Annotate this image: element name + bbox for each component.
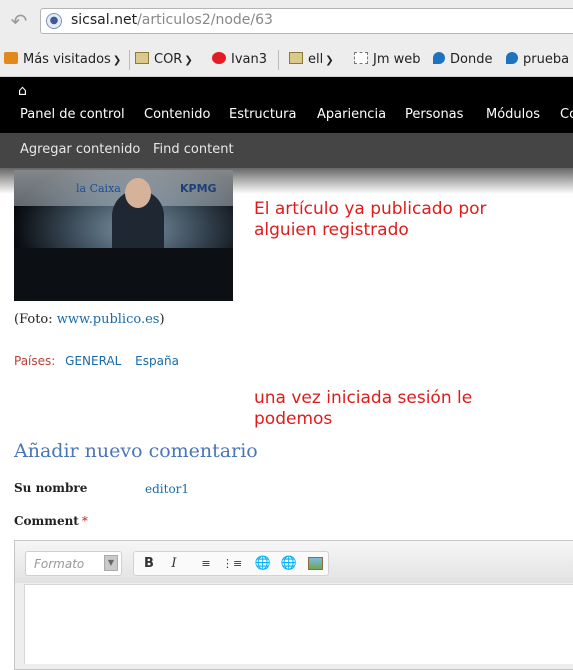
country-tag-general[interactable]: GENERAL	[65, 354, 121, 368]
countries-field: Países: GENERAL España	[14, 354, 179, 368]
toolbar-configuracion[interactable]: Co	[560, 107, 573, 122]
annotation-published: El artículo ya publicado por alguien reg…	[254, 199, 487, 240]
italic-button[interactable]: I	[164, 554, 184, 574]
add-comment-heading: Añadir nuevo comentario	[14, 440, 258, 462]
name-value-link[interactable]: editor1	[145, 482, 189, 496]
drupal-icon	[433, 52, 445, 64]
bookmark-ivan3[interactable]: Ivan3	[212, 51, 267, 69]
bookmark-jm-web[interactable]: Jm web	[354, 51, 421, 69]
folder-icon	[289, 52, 303, 64]
image-icon[interactable]	[305, 554, 325, 574]
bold-button[interactable]: B	[139, 554, 159, 574]
bookmark-prueba[interactable]: prueba	[506, 51, 569, 69]
toolbar-estructura[interactable]: Estructura	[229, 107, 296, 122]
photo-caption: (Foto: www.publico.es)	[14, 312, 165, 327]
bookmark-ell[interactable]: ell ❯	[289, 51, 334, 69]
caption-link[interactable]: www.publico.es	[57, 312, 160, 327]
rss-icon	[4, 52, 18, 64]
bookmark-mas-visitados[interactable]: Más visitados ❯	[4, 51, 121, 69]
required-marker: *	[81, 514, 88, 528]
format-select-label: Formato	[34, 557, 85, 571]
comment-label: Comment *	[14, 514, 88, 528]
numbered-list-icon[interactable]: ≡	[196, 554, 216, 574]
admin-toolbar	[0, 77, 573, 133]
bulleted-list-icon[interactable]: ⋮≡	[222, 554, 242, 574]
toolbar-apariencia[interactable]: Apariencia	[317, 107, 386, 122]
article-photo: la Caixa KPMG	[14, 170, 233, 301]
url-text[interactable]: sicsal.net/articulos2/node/63	[71, 12, 273, 28]
link-icon[interactable]: 🌐	[253, 554, 273, 574]
toolbar-panel-de-control[interactable]: Panel de control	[20, 107, 125, 122]
shortcut-find-content[interactable]: Find content	[153, 142, 234, 157]
shortcut-agregar-contenido[interactable]: Agregar contenido	[20, 142, 140, 157]
annotation-logged-in: una vez iniciada sesión le podemos	[254, 388, 473, 429]
site-identity-icon[interactable]: ●	[46, 13, 62, 29]
comment-textarea[interactable]	[24, 584, 573, 664]
countries-label: Países:	[14, 354, 56, 368]
bookmark-cor[interactable]: COR ❯	[135, 51, 193, 69]
chevron-down-icon[interactable]: ▼	[104, 555, 118, 571]
red-circle-icon	[212, 52, 226, 64]
bookmark-donde[interactable]: Donde	[433, 51, 492, 69]
back-button[interactable]: ↶	[3, 8, 35, 35]
toolbar-contenido[interactable]: Contenido	[144, 107, 210, 122]
page-icon	[354, 52, 368, 64]
toolbar-personas[interactable]: Personas	[405, 107, 463, 122]
name-label: Su nombre	[14, 481, 88, 495]
toolbar-modulos[interactable]: Módulos	[486, 107, 540, 122]
country-tag-espana[interactable]: España	[135, 354, 179, 368]
folder-icon	[135, 52, 149, 64]
drupal-icon	[506, 52, 518, 64]
unlink-icon[interactable]: 🌐	[279, 554, 299, 574]
home-icon[interactable]: ⌂	[18, 84, 32, 98]
